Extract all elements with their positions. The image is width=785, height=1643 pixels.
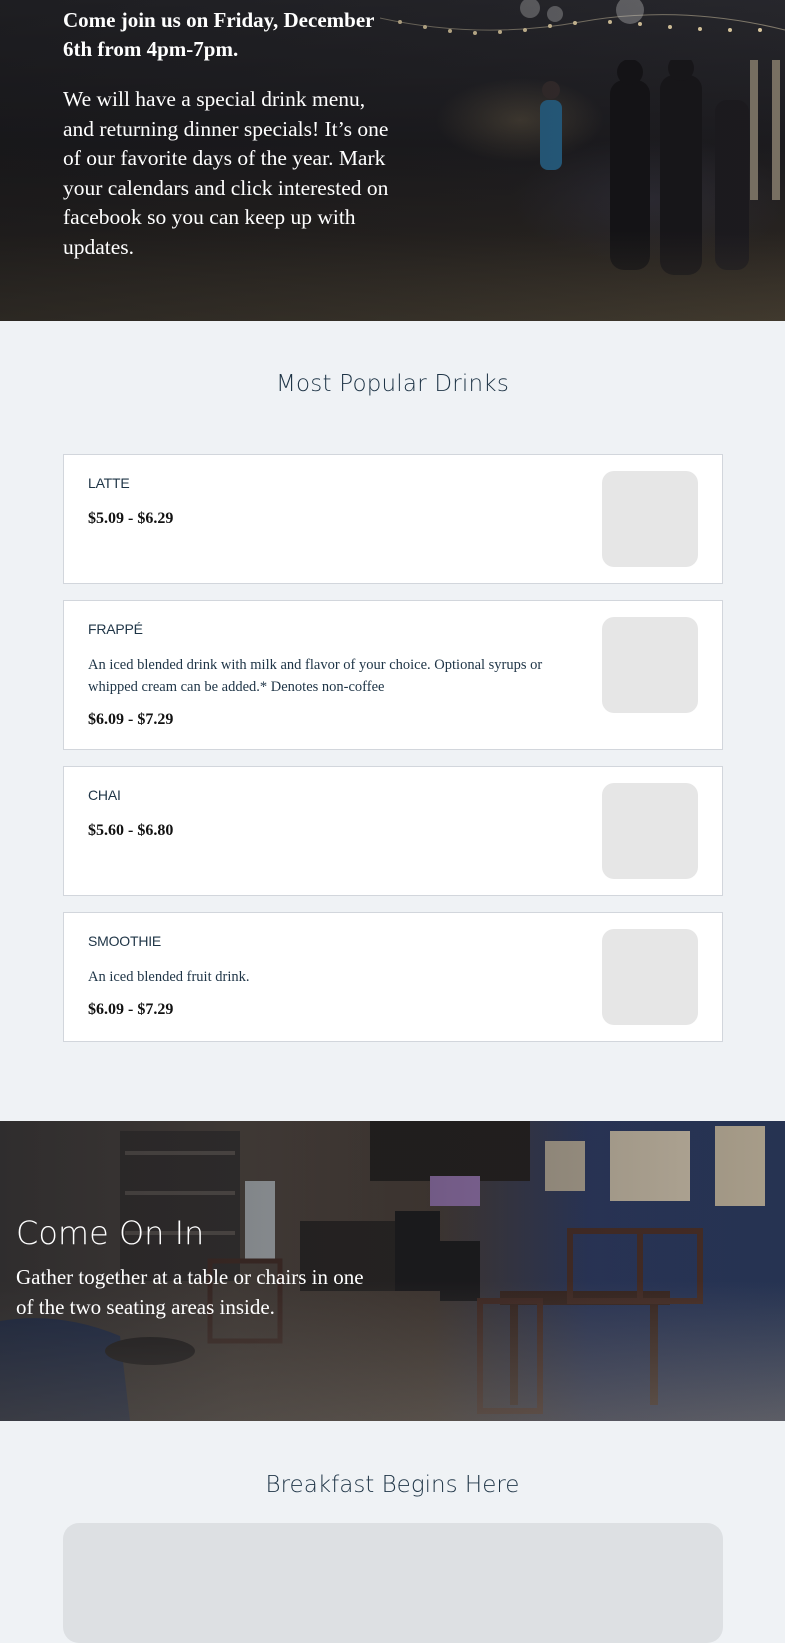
drink-image-placeholder bbox=[602, 929, 698, 1025]
popular-drinks-heading: Most Popular Drinks bbox=[275, 371, 509, 397]
drink-image-placeholder bbox=[602, 783, 698, 879]
event-text: Come join us on Friday, December 6th fro… bbox=[63, 6, 393, 262]
drink-price: $6.09 - $7.29 bbox=[88, 1001, 174, 1018]
drink-card-frappe[interactable]: FRAPPÉ An iced blended drink with milk a… bbox=[63, 600, 723, 750]
event-description: We will have a special drink menu, and r… bbox=[63, 87, 389, 259]
seating-section: Come On In Gather together at a table or… bbox=[0, 1121, 785, 1421]
drink-card-smoothie[interactable]: SMOOTHIE An iced blended fruit drink. $6… bbox=[63, 912, 723, 1042]
drink-price: $6.09 - $7.29 bbox=[88, 711, 174, 728]
drink-image-placeholder bbox=[602, 617, 698, 713]
drink-name: SMOOTHIE bbox=[88, 933, 162, 949]
come-on-in-description: Gather together at a table or chairs in … bbox=[16, 1265, 364, 1319]
come-on-in-heading: Come On In bbox=[16, 1214, 205, 1252]
event-hero: Come join us on Friday, December 6th fro… bbox=[0, 0, 785, 321]
breakfast-image-placeholder bbox=[63, 1523, 723, 1643]
drink-card-latte[interactable]: LATTE $5.09 - $6.29 bbox=[63, 454, 723, 584]
drink-name: CHAI bbox=[88, 787, 121, 803]
drink-image-placeholder bbox=[602, 471, 698, 567]
drink-price: $5.60 - $6.80 bbox=[88, 822, 174, 839]
drink-description: An iced blended drink with milk and flav… bbox=[88, 657, 543, 695]
seating-text: Come On In Gather together at a table or… bbox=[16, 1213, 386, 1322]
event-headline: Come join us on Friday, December 6th fro… bbox=[63, 8, 375, 61]
drink-description: An iced blended fruit drink. bbox=[88, 969, 250, 985]
drink-name: FRAPPÉ bbox=[88, 621, 143, 637]
drink-card-chai[interactable]: CHAI $5.60 - $6.80 bbox=[63, 766, 723, 896]
drink-price: $5.09 - $6.29 bbox=[88, 510, 174, 527]
drink-name: LATTE bbox=[88, 475, 130, 491]
breakfast-heading: Breakfast Begins Here bbox=[265, 1472, 520, 1498]
